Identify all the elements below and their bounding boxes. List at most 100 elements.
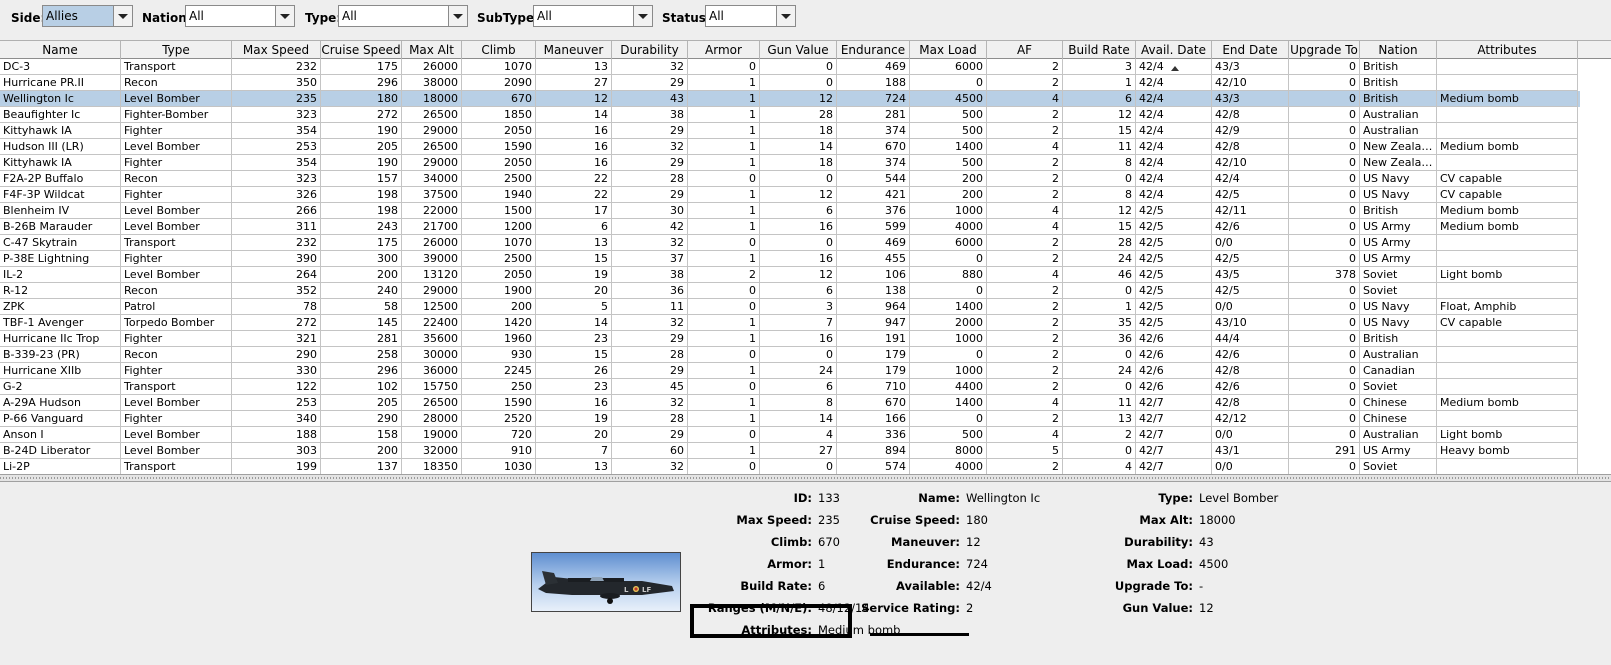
cell-max-alt: 18350 xyxy=(402,459,462,474)
cell-max-speed: 330 xyxy=(232,363,321,379)
table-row[interactable]: Li-2P Transport 199 137 18350 1030 13 32 0 0 574 40… xyxy=(0,459,1580,474)
table-row[interactable]: C-47 Skytrain Transport 232 175 26000 1070 13 3… xyxy=(0,235,1580,251)
column-header-max-load[interactable]: Max Load xyxy=(910,41,987,59)
table-row[interactable]: Hurricane XIIb Fighter 330 296 36000 2245 26 29… xyxy=(0,363,1580,379)
cell-endurance: 599 xyxy=(837,219,910,235)
table-row[interactable]: A-29A Hudson Level Bomber 253 205 26500 1590 1… xyxy=(0,395,1580,411)
table-row[interactable]: Kittyhawk IA Fighter 354 190 29000 2050 16 29 1 1… xyxy=(0,123,1580,139)
detail-value-service-rating: 2 xyxy=(966,601,974,615)
column-header-upgrade-to[interactable]: Upgrade To xyxy=(1289,41,1360,59)
table-row[interactable]: IL-2 Level Bomber 264 200 13120 2050 19 38 2 12 10… xyxy=(0,267,1580,283)
cell-upgrade-to: 0 xyxy=(1289,139,1360,155)
cell-armor: 1 xyxy=(688,139,760,155)
detail-label-name: Name: xyxy=(918,491,960,505)
cell-climb: 1850 xyxy=(462,107,536,123)
table-row[interactable]: ZPK Patrol 78 58 12500 200 5 11 0 3 964 1400 2 1 42/5 0… xyxy=(0,299,1580,315)
column-header-type[interactable]: Type xyxy=(121,41,232,59)
table-row[interactable]: F4F-3P Wildcat Fighter 326 198 37500 1940 22 29… xyxy=(0,187,1580,203)
cell-max-alt: 38000 xyxy=(402,75,462,91)
cell-type: Transport xyxy=(121,59,232,75)
table-row[interactable]: B-24D Liberator Level Bomber 303 200 32000 91… xyxy=(0,443,1580,459)
table-row[interactable]: Kittyhawk IA Fighter 354 190 29000 2050 16 29 1 1… xyxy=(0,155,1580,171)
column-header-attributes[interactable]: Attributes xyxy=(1437,41,1578,59)
cell-type: Fighter xyxy=(121,123,232,139)
column-header-armor[interactable]: Armor xyxy=(688,41,760,59)
subtype-select[interactable]: All xyxy=(533,5,653,27)
table-row[interactable]: Hudson III (LR) Level Bomber 253 205 26500 15… xyxy=(0,139,1580,155)
column-header-max-speed[interactable]: Max Speed xyxy=(232,41,321,59)
cell-maneuver: 19 xyxy=(536,411,612,427)
cell-climb: 2500 xyxy=(462,251,536,267)
nation-select[interactable]: All xyxy=(185,5,295,27)
cell-max-alt: 39000 xyxy=(402,251,462,267)
cell-durability: 28 xyxy=(612,411,688,427)
column-header-build-rate[interactable]: Build Rate xyxy=(1063,41,1136,59)
side-select[interactable]: Allies xyxy=(42,5,133,27)
table-row[interactable]: F2A-2P Buffalo Recon 323 157 34000 2500 22 28 0 0… xyxy=(0,171,1580,187)
cell-gun-value: 0 xyxy=(760,171,837,187)
cell-type: Fighter xyxy=(121,155,232,171)
column-header-endurance[interactable]: Endurance xyxy=(837,41,910,59)
cell-max-speed: 266 xyxy=(232,203,321,219)
table-row[interactable]: Hurricane IIc Trop Fighter 321 281 35600 1960… xyxy=(0,331,1580,347)
detail-value-climb: 670 xyxy=(818,535,840,549)
cell-armor: 0 xyxy=(688,59,760,75)
detail-label-upgrade-to: Upgrade To: xyxy=(1114,579,1193,593)
table-row[interactable]: TBF-1 Avenger Torpedo Bomber 272 145 22400 14… xyxy=(0,315,1580,331)
table-row[interactable]: P-66 Vanguard Fighter 340 290 28000 2520 19 28 1… xyxy=(0,411,1580,427)
column-header-af[interactable]: AF xyxy=(987,41,1063,59)
cell-end-date: 42/8 xyxy=(1212,107,1289,123)
cell-cruise-speed: 296 xyxy=(321,75,402,91)
table-row[interactable]: DC-3 Transport 232 175 26000 1070 13 32 0 0 469 600… xyxy=(0,59,1580,75)
column-header-durability[interactable]: Durability xyxy=(612,41,688,59)
column-header-climb[interactable]: Climb xyxy=(462,41,536,59)
column-header-maneuver[interactable]: Maneuver xyxy=(536,41,612,59)
table-row[interactable]: Beaufighter Ic Fighter-Bomber 323 272 26500 1… xyxy=(0,107,1580,123)
cell-name: P-38E Lightning xyxy=(0,251,121,267)
cell-nation: US Navy xyxy=(1360,171,1437,187)
cell-gun-value: 24 xyxy=(760,363,837,379)
column-header-avail-date[interactable]: Avail. Date xyxy=(1136,41,1212,71)
table-row[interactable]: Blenheim IV Level Bomber 266 198 22000 1500 17… xyxy=(0,203,1580,219)
column-header-end-date[interactable]: End Date xyxy=(1212,41,1289,59)
table-row[interactable]: Anson I Level Bomber 188 158 19000 720 20 29 0 4 3… xyxy=(0,427,1580,443)
table-row[interactable]: Wellington Ic Level Bomber 235 180 18000 670 1… xyxy=(0,91,1580,107)
detail-value-build-rate: 6 xyxy=(818,579,826,593)
status-select[interactable]: All xyxy=(705,5,796,27)
cell-name: Hurricane PR.II xyxy=(0,75,121,91)
column-header-name[interactable]: Name xyxy=(0,41,121,59)
chevron-down-icon[interactable] xyxy=(633,6,652,26)
column-header-cruise-speed[interactable]: Cruise Speed xyxy=(321,41,402,59)
cell-end-date: 42/8 xyxy=(1212,139,1289,155)
table-row[interactable]: Hurricane PR.II Recon 350 296 38000 2090 27 29 1… xyxy=(0,75,1580,91)
table-row[interactable]: R-12 Recon 352 240 29000 1900 20 36 0 6 138 0 2 0 42/5… xyxy=(0,283,1580,299)
type-select[interactable]: All xyxy=(338,5,468,27)
cell-max-speed: 290 xyxy=(232,347,321,363)
column-header-max-alt[interactable]: Max Alt xyxy=(402,41,462,59)
table-row[interactable]: P-38E Lightning Fighter 390 300 39000 2500 15 3… xyxy=(0,251,1580,267)
table-row[interactable]: G-2 Transport 122 102 15750 250 23 45 0 6 710 4400 2… xyxy=(0,379,1580,395)
detail-label-climb: Climb: xyxy=(770,535,812,549)
cell-climb: 250 xyxy=(462,379,536,395)
cell-durability: 32 xyxy=(612,235,688,251)
cell-maneuver: 23 xyxy=(536,379,612,395)
column-header-gun-value[interactable]: Gun Value xyxy=(760,41,837,59)
cell-build-rate: 24 xyxy=(1063,251,1136,267)
cell-max-speed: 321 xyxy=(232,331,321,347)
cell-attributes xyxy=(1437,155,1578,171)
table-row[interactable]: B-339-23 (PR) Recon 290 258 30000 930 15 28 0 0 17… xyxy=(0,347,1580,363)
chevron-down-icon[interactable] xyxy=(275,6,294,26)
chevron-down-icon[interactable] xyxy=(776,6,795,26)
cell-build-rate: 8 xyxy=(1063,187,1136,203)
cell-cruise-speed: 205 xyxy=(321,139,402,155)
cell-upgrade-to: 0 xyxy=(1289,235,1360,251)
column-header-nation[interactable]: Nation xyxy=(1360,41,1437,59)
table-row[interactable]: B-26B Marauder Level Bomber 311 243 21700 120… xyxy=(0,219,1580,235)
cell-build-rate: 3 xyxy=(1063,59,1136,75)
chevron-down-icon[interactable] xyxy=(113,6,132,26)
split-pane-divider[interactable] xyxy=(0,474,1611,482)
cell-max-load: 0 xyxy=(910,283,987,299)
cell-type: Level Bomber xyxy=(121,443,232,459)
chevron-down-icon[interactable] xyxy=(448,6,467,26)
cell-name: Blenheim IV xyxy=(0,203,121,219)
